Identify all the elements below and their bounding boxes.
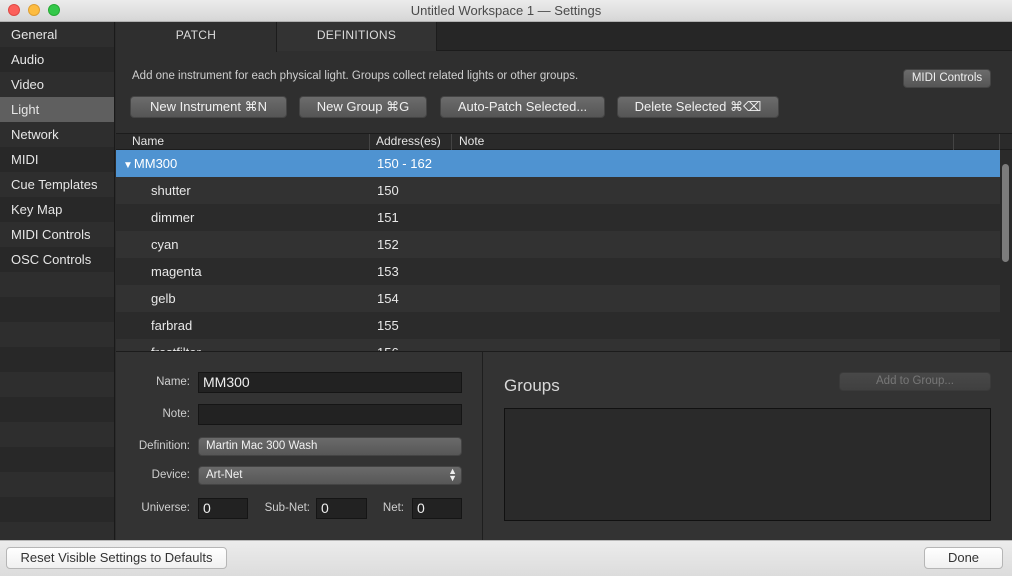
sidebar-item-audio[interactable]: Audio <box>0 47 114 72</box>
row-name-cell: shutter <box>151 183 191 198</box>
delete-selected-button[interactable]: Delete Selected ⌘⌫ <box>617 96 779 118</box>
definition-button[interactable]: Martin Mac 300 Wash <box>198 437 462 456</box>
table-row[interactable]: cyan 152 <box>116 231 1000 258</box>
updown-chevron-icon: ▲ ▼ <box>448 466 457 483</box>
definition-label: Definition: <box>138 440 190 452</box>
new-instrument-button[interactable]: New Instrument ⌘N <box>130 96 287 118</box>
auto-patch-selected-button[interactable]: Auto-Patch Selected... <box>440 96 605 118</box>
table-scroll-thumb[interactable] <box>1002 164 1009 262</box>
groups-list[interactable] <box>504 408 991 521</box>
tab-definitions[interactable]: DEFINITIONS <box>277 22 437 51</box>
net-label: Net: <box>382 502 404 514</box>
disclosure-triangle-icon[interactable]: ▼ <box>123 152 133 179</box>
row-name-cell: farbrad <box>151 318 193 333</box>
column-header-name[interactable]: Name <box>116 134 370 150</box>
universe-label: Universe: <box>141 502 190 514</box>
sidebar-item-key-map[interactable]: Key Map <box>0 197 114 222</box>
table-row[interactable]: magenta 153 <box>116 258 1000 285</box>
row-address-cell: 151 <box>377 210 399 225</box>
name-field[interactable]: MM300 <box>198 372 462 393</box>
patch-hint-text: Add one instrument for each physical lig… <box>132 70 579 82</box>
subnet-label: Sub-Net: <box>264 502 310 514</box>
row-address-cell: 155 <box>377 318 399 333</box>
row-name-cell: dimmer <box>151 210 195 225</box>
row-name-cell: ▼MM300 <box>123 150 177 179</box>
device-select[interactable]: Art-Net ▲ ▼ <box>198 466 462 485</box>
column-header-note[interactable]: Note <box>452 134 954 150</box>
sidebar-item-light[interactable]: Light <box>0 97 114 122</box>
table-scrollbar[interactable] <box>1000 150 1012 351</box>
table-row[interactable]: ▼MM300 150 - 162 <box>116 150 1000 177</box>
row-address-cell: 156 <box>377 339 399 351</box>
table-header: Name Address(es) Note <box>116 133 1012 150</box>
table-row[interactable]: dimmer 151 <box>116 204 1000 231</box>
title-bar: Untitled Workspace 1 — Settings <box>0 0 1012 22</box>
table-row[interactable]: shutter 150 <box>116 177 1000 204</box>
table-row[interactable]: farbrad 155 <box>116 312 1000 339</box>
net-field[interactable]: 0 <box>412 498 462 519</box>
light-settings-panel: PATCH DEFINITIONS Add one instrument for… <box>116 22 1012 541</box>
note-field[interactable] <box>198 404 462 425</box>
table-rows: ▼MM300 150 - 162 shutter 150 dimmer 151 … <box>116 150 1000 351</box>
sidebar-item-cue-templates[interactable]: Cue Templates <box>0 172 114 197</box>
midi-controls-button[interactable]: MIDI Controls <box>903 69 991 88</box>
tab-patch[interactable]: PATCH <box>116 22 277 52</box>
settings-sidebar: General Audio Video Light Network MIDI C… <box>0 22 115 540</box>
column-header-spacer <box>954 134 1000 150</box>
universe-field[interactable]: 0 <box>198 498 248 519</box>
row-name-cell: frostfilter <box>151 339 201 351</box>
note-label: Note: <box>162 408 191 420</box>
sidebar-item-osc-controls[interactable]: OSC Controls <box>0 247 114 272</box>
row-address-cell: 150 - 162 <box>377 156 432 171</box>
row-address-cell: 153 <box>377 264 399 279</box>
row-address-cell: 150 <box>377 183 399 198</box>
add-to-group-button[interactable]: Add to Group... <box>839 372 991 391</box>
sidebar-item-general[interactable]: General <box>0 22 114 47</box>
sidebar-item-video[interactable]: Video <box>0 72 114 97</box>
instrument-table: Name Address(es) Note ▼MM300 150 - 162 s… <box>116 133 1012 351</box>
groups-title: Groups <box>504 376 560 395</box>
name-label: Name: <box>156 376 190 388</box>
new-group-button[interactable]: New Group ⌘G <box>299 96 427 118</box>
table-row[interactable]: gelb 154 <box>116 285 1000 312</box>
device-label: Device: <box>151 469 190 481</box>
row-address-cell: 154 <box>377 291 399 306</box>
sidebar-item-midi[interactable]: MIDI <box>0 147 114 172</box>
done-button[interactable]: Done <box>924 547 1003 569</box>
device-select-value: Art-Net <box>206 469 243 481</box>
instrument-detail-panel: Name: MM300 Note: Definition: Martin Mac… <box>116 351 1012 541</box>
subnet-field[interactable]: 0 <box>316 498 367 519</box>
settings-footer: Reset Visible Settings to Defaults Done <box>0 540 1012 576</box>
sidebar-item-midi-controls[interactable]: MIDI Controls <box>0 222 114 247</box>
sidebar-item-network[interactable]: Network <box>0 122 114 147</box>
row-name-cell: cyan <box>151 237 179 252</box>
window-title: Untitled Workspace 1 — Settings <box>410 3 602 18</box>
row-name-cell: magenta <box>151 264 202 279</box>
tab-bar: PATCH DEFINITIONS <box>116 22 1012 52</box>
column-header-addresses[interactable]: Address(es) <box>370 134 452 150</box>
reset-defaults-button[interactable]: Reset Visible Settings to Defaults <box>6 547 227 569</box>
panel-divider <box>482 352 483 541</box>
table-row[interactable]: frostfilter 156 <box>116 339 1000 351</box>
row-name-cell: gelb <box>151 291 176 306</box>
row-address-cell: 152 <box>377 237 399 252</box>
